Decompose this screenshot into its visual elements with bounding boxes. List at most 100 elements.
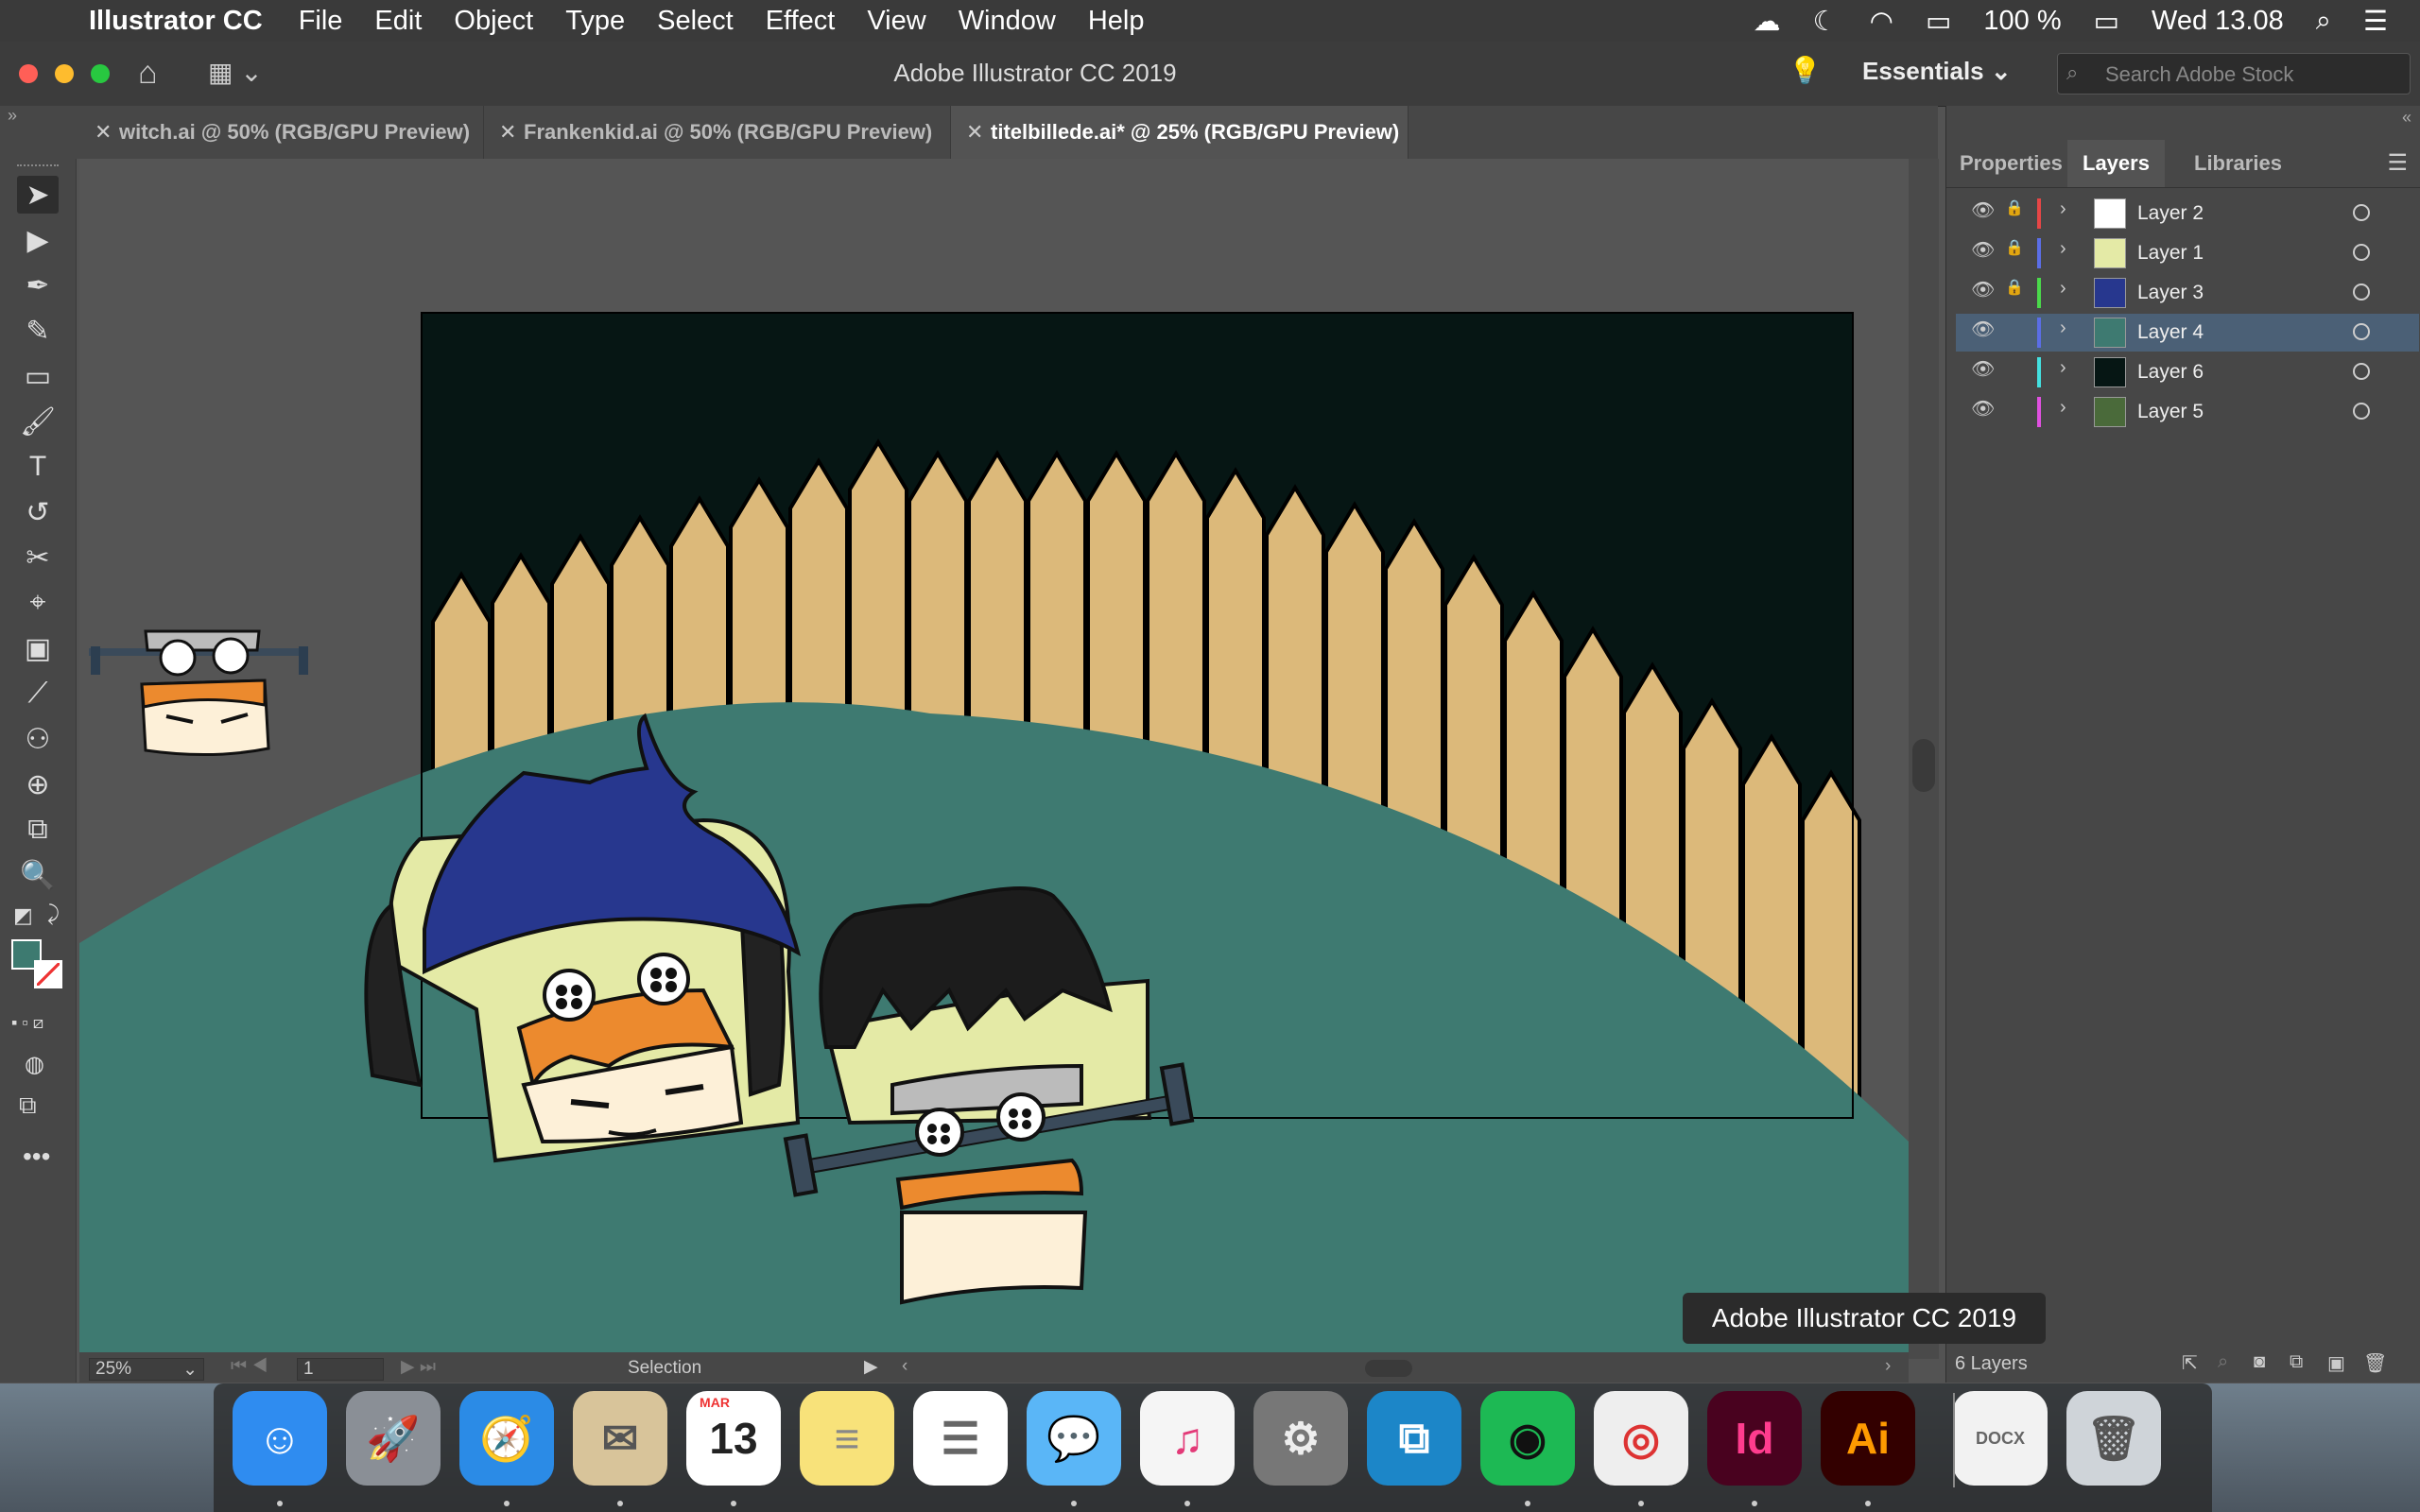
wifi-icon[interactable]: ◠ <box>1870 5 1893 38</box>
target-icon[interactable] <box>2353 363 2370 380</box>
mail-icon[interactable]: ✉ <box>573 1391 667 1486</box>
vertical-scrollbar[interactable] <box>1909 159 1939 1359</box>
close-icon[interactable]: ✕ <box>966 106 983 159</box>
airplay-icon[interactable]: ▭ <box>1926 5 1951 38</box>
small-frankenkid-head[interactable] <box>89 629 308 757</box>
artboard-select[interactable]: 1 <box>297 1358 384 1381</box>
scroll-left-arrow[interactable]: ‹ <box>902 1356 908 1377</box>
menu-object[interactable]: Object <box>454 6 533 37</box>
chevron-right-icon[interactable]: › <box>2060 238 2066 260</box>
creative-cloud-icon[interactable]: ☁ <box>1754 5 1781 38</box>
tab-libraries[interactable]: Libraries <box>2194 140 2282 187</box>
chevron-right-icon[interactable]: › <box>2060 198 2066 220</box>
blend-tool[interactable]: ⚇ <box>17 720 59 758</box>
tab-witch[interactable]: ✕ witch.ai @ 50% (RGB/GPU Preview) <box>79 106 484 159</box>
menu-view[interactable]: View <box>867 6 925 37</box>
color-mode-icons[interactable]: ▪ ▫ ⧄ <box>11 1013 43 1033</box>
mosaic-icon[interactable]: ⧉ <box>1367 1391 1461 1486</box>
trash-icon[interactable]: 🗑 <box>2066 1391 2161 1486</box>
zoom-tool[interactable]: 🔍 <box>17 856 59 894</box>
layer-row[interactable]: 👁 🔒 › Layer 3 <box>1956 274 2419 312</box>
chevron-right-icon[interactable]: › <box>2060 397 2066 419</box>
layer-name[interactable]: Layer 2 <box>2137 202 2204 225</box>
delete-layer-icon[interactable]: 🗑 <box>2363 1351 2387 1375</box>
menu-window[interactable]: Window <box>959 6 1056 37</box>
chevron-right-icon[interactable]: › <box>2060 357 2066 379</box>
scissors-tool[interactable]: ✂ <box>17 539 59 576</box>
spotify-icon[interactable]: ◉ <box>1480 1391 1575 1486</box>
type-tool[interactable]: T <box>17 448 59 486</box>
notes-icon[interactable]: ≡ <box>800 1391 894 1486</box>
document-canvas[interactable] <box>79 159 1909 1352</box>
lock-icon[interactable]: 🔒 <box>2005 238 2024 257</box>
default-colors-icon[interactable]: ◩ <box>13 903 33 928</box>
system-preferences-icon[interactable]: ⚙ <box>1253 1391 1348 1486</box>
new-layer-icon[interactable]: ▣ <box>2327 1351 2345 1375</box>
screen-mode-icon[interactable]: ⧉ <box>19 1091 37 1121</box>
panel-grip[interactable] <box>17 164 59 172</box>
current-tool-label[interactable]: Selection <box>628 1358 701 1379</box>
workspace-switcher[interactable]: Essentials ⌄ <box>1862 57 2012 86</box>
safari-icon[interactable]: 🧭 <box>459 1391 554 1486</box>
artboard-nav-prev[interactable]: ⏮ ◀ <box>231 1356 268 1377</box>
layer-name[interactable]: Layer 5 <box>2137 401 2204 423</box>
battery-icon[interactable]: ▭ <box>2094 5 2119 38</box>
menu-select[interactable]: Select <box>657 6 734 37</box>
tab-titelbillede[interactable]: ✕ titelbillede.ai* @ 25% (RGB/GPU Preview… <box>951 106 1409 159</box>
curvature-tool[interactable]: ✎ <box>17 312 59 350</box>
artboard-nav-next[interactable]: ▶ ⏭ <box>401 1356 436 1378</box>
menu-effect[interactable]: Effect <box>766 6 836 37</box>
reminders-icon[interactable]: ☰ <box>913 1391 1008 1486</box>
menu-type[interactable]: Type <box>565 6 625 37</box>
pen-tool[interactable]: ✒ <box>17 266 59 304</box>
new-sublayer-icon[interactable]: ⧉ <box>2290 1351 2303 1373</box>
tab-layers[interactable]: Layers <box>2067 140 2165 187</box>
eye-icon[interactable]: 👁 <box>1971 278 1995 301</box>
lock-icon[interactable]: 🔒 <box>2005 198 2024 217</box>
docx-file-icon[interactable]: DOCX <box>1953 1391 2048 1486</box>
target-icon[interactable] <box>2353 284 2370 301</box>
lock-icon[interactable]: 🔒 <box>2005 278 2024 297</box>
target-icon[interactable] <box>2353 403 2370 420</box>
status-menu-arrow[interactable]: ▶ <box>864 1356 878 1378</box>
layer-row[interactable]: 👁 🔒 › Layer 2 <box>1956 195 2419 232</box>
eye-icon[interactable]: 👁 <box>1971 198 1995 222</box>
close-icon[interactable]: ✕ <box>499 106 516 159</box>
menu-file[interactable]: File <box>299 6 343 37</box>
more-tools-icon[interactable]: ••• <box>23 1142 50 1172</box>
direct-selection-tool[interactable]: ▶ <box>17 221 59 259</box>
zoom-select[interactable]: 25% ⌄ <box>89 1358 204 1381</box>
battery-text[interactable]: 100 % <box>1983 6 2061 37</box>
eye-icon[interactable]: 👁 <box>1971 318 1995 341</box>
eyedropper-tool[interactable]: ⟋ <box>17 675 59 713</box>
panel-menu-icon[interactable]: ☰ <box>2387 149 2408 177</box>
chevron-right-icon[interactable]: › <box>2060 278 2066 300</box>
stroke-swatch[interactable] <box>34 960 62 988</box>
locate-object-icon[interactable]: ⌕ <box>2218 1351 2228 1373</box>
lightbulb-icon[interactable]: 💡 <box>1789 55 1822 86</box>
layer-name[interactable]: Layer 1 <box>2137 242 2204 265</box>
chevron-right-icon[interactable]: › <box>2060 318 2066 339</box>
messages-icon[interactable]: 💬 <box>1027 1391 1121 1486</box>
menu-help[interactable]: Help <box>1088 6 1145 37</box>
scroll-thumb[interactable] <box>1912 739 1935 792</box>
indesign-icon[interactable]: Id <box>1707 1391 1802 1486</box>
menu-edit[interactable]: Edit <box>374 6 422 37</box>
layer-row[interactable]: 👁 › Layer 6 <box>1956 353 2419 391</box>
tab-properties[interactable]: Properties <box>1960 140 2063 187</box>
eye-icon[interactable]: 👁 <box>1971 238 1995 262</box>
launchpad-icon[interactable]: 🚀 <box>346 1391 441 1486</box>
target-icon[interactable] <box>2353 204 2370 221</box>
layer-row[interactable]: 👁 🔒 › Layer 1 <box>1956 234 2419 272</box>
moon-icon[interactable]: ☾ <box>1813 5 1838 38</box>
itunes-icon[interactable]: ♫ <box>1140 1391 1235 1486</box>
target-icon[interactable] <box>2353 323 2370 340</box>
drawing-mode-icon[interactable]: ◍ <box>25 1051 44 1078</box>
selection-tool[interactable]: ➤ <box>17 176 59 214</box>
notification-center-icon[interactable]: ☰ <box>2363 5 2388 38</box>
swap-colors-icon[interactable]: ⤸ <box>47 902 60 926</box>
close-icon[interactable]: ✕ <box>95 106 112 159</box>
rotate-tool[interactable]: ↺ <box>17 493 59 531</box>
export-icon[interactable]: ⇱ <box>2182 1351 2198 1375</box>
finder-icon[interactable]: ☺ <box>233 1391 327 1486</box>
